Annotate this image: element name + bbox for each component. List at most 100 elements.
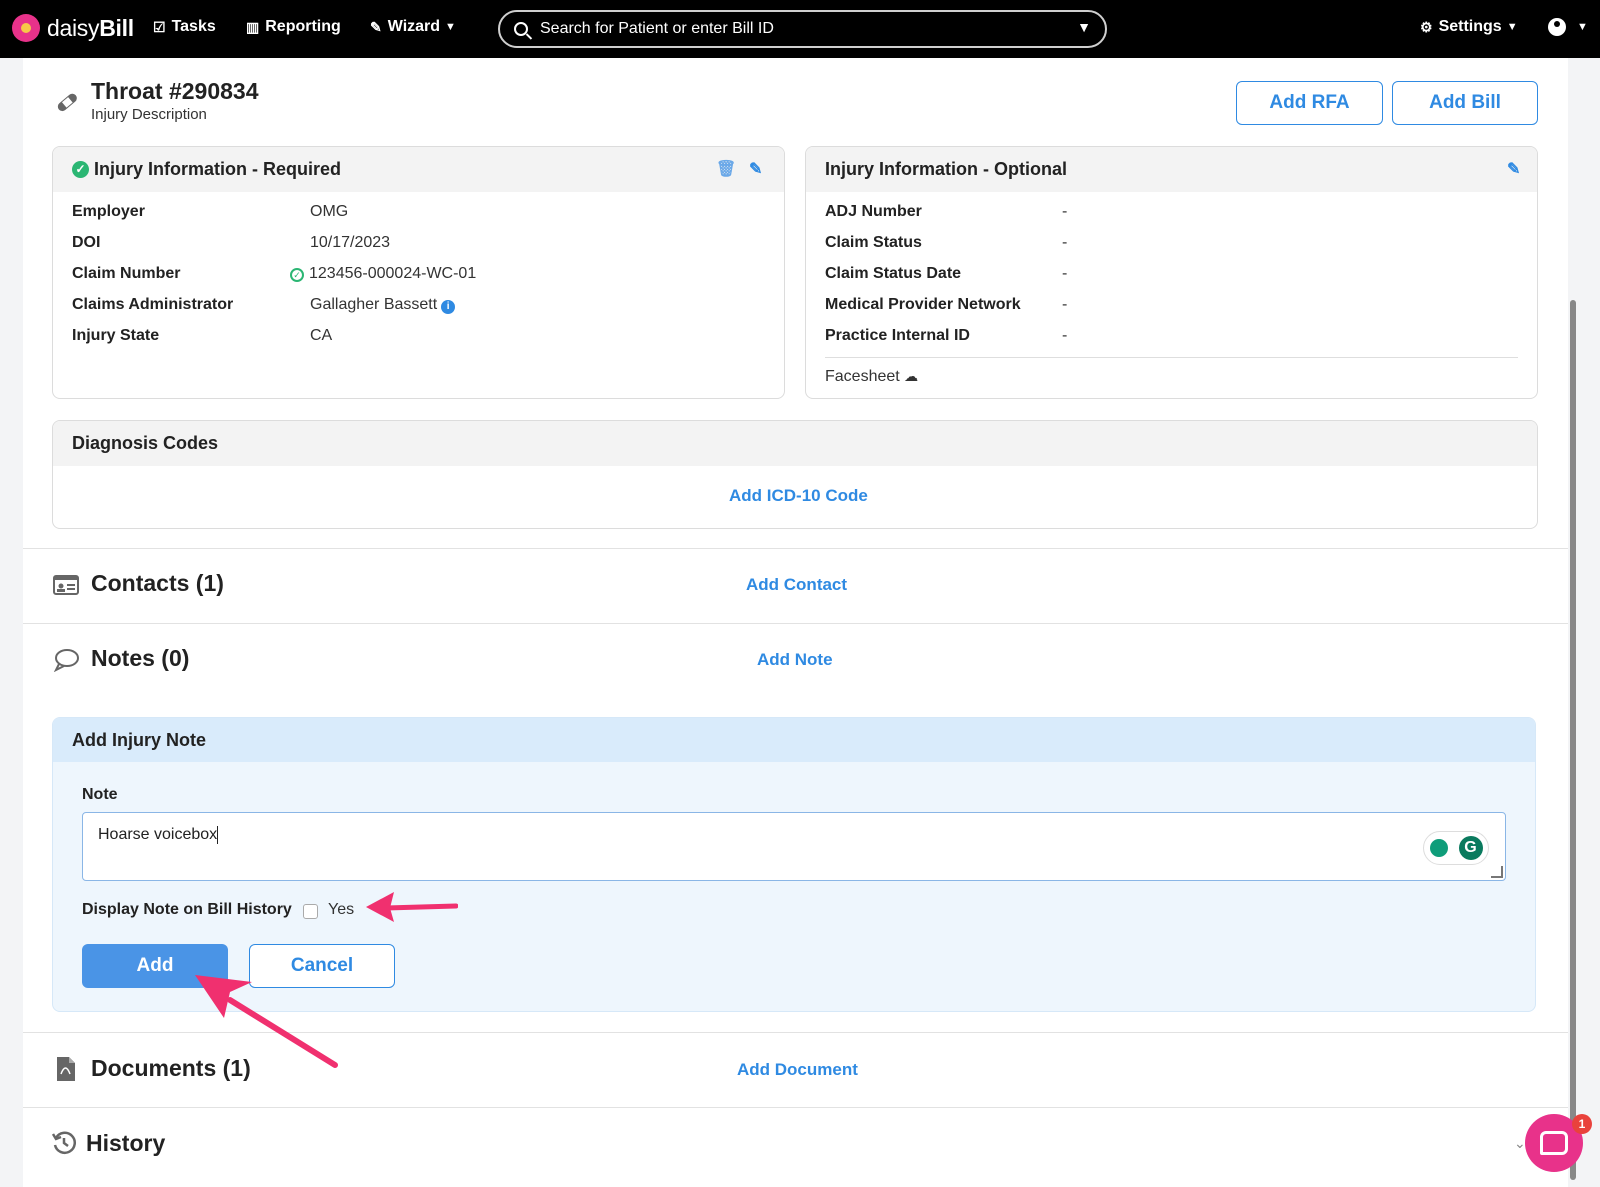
chevron-down-icon: ▼ bbox=[1577, 21, 1588, 33]
mpn-label: Medical Provider Network bbox=[825, 296, 1021, 313]
contacts-section-title: Contacts (1) bbox=[91, 570, 224, 596]
nav-settings-label: Settings bbox=[1438, 18, 1502, 35]
chevron-down-icon: ▼ bbox=[445, 21, 456, 33]
claim-status-date-value: - bbox=[1062, 265, 1068, 282]
pdf-file-icon bbox=[57, 1057, 75, 1081]
practice-id-label: Practice Internal ID bbox=[825, 327, 970, 344]
add-document-link[interactable]: Add Document bbox=[737, 1060, 858, 1080]
adj-number-label: ADJ Number bbox=[825, 203, 922, 220]
claim-number-text: 123456-000024-WC-01 bbox=[309, 265, 477, 282]
resize-handle-icon[interactable] bbox=[1491, 866, 1503, 878]
lightbulb-icon[interactable] bbox=[1429, 839, 1448, 857]
annotation-arrow-icon bbox=[195, 975, 338, 1068]
claim-status-value: - bbox=[1062, 234, 1068, 251]
check-circle-outline-icon: ✓ bbox=[290, 268, 304, 282]
employer-label: Employer bbox=[72, 203, 145, 220]
required-card-header: ✓ Injury Information - Required 🗑 ✎ bbox=[53, 147, 784, 192]
add-rfa-button[interactable]: Add RFA bbox=[1236, 81, 1383, 125]
divider bbox=[825, 357, 1518, 358]
note-textarea[interactable]: Hoarse voicebox G bbox=[82, 812, 1506, 881]
claims-admin-label: Claims Administrator bbox=[72, 296, 234, 313]
notes-section-title: Notes (0) bbox=[91, 645, 190, 671]
chevron-down-icon[interactable]: ⌄ bbox=[1514, 1135, 1526, 1152]
brand-logo-link[interactable]: daisyBill bbox=[12, 14, 134, 42]
text-cursor bbox=[217, 826, 219, 844]
trash-icon[interactable]: 🗑 bbox=[716, 159, 736, 179]
optional-card-title: Injury Information - Optional bbox=[825, 159, 1067, 179]
note-form-header: Add Injury Note bbox=[53, 718, 1535, 762]
chat-icon bbox=[1540, 1131, 1568, 1155]
nav-wizard[interactable]: ✎ Wizard ▼ bbox=[370, 18, 456, 36]
divider bbox=[23, 1107, 1568, 1108]
pencil-edit-icon[interactable]: ✎ bbox=[749, 159, 762, 179]
user-avatar-icon bbox=[1548, 18, 1566, 36]
claim-status-label: Claim Status bbox=[825, 234, 922, 251]
add-contact-link[interactable]: Add Contact bbox=[746, 575, 847, 595]
user-menu[interactable]: ▼ bbox=[1548, 18, 1588, 36]
bandage-icon bbox=[57, 93, 77, 112]
claim-number-value: ✓ 123456-000024-WC-01 bbox=[290, 265, 476, 283]
injury-title: Throat #290834 bbox=[91, 78, 259, 104]
diagnosis-card: Diagnosis Codes bbox=[52, 420, 1538, 529]
gear-icon: ⚙ bbox=[1420, 18, 1433, 35]
injury-subtitle: Injury Description bbox=[91, 106, 207, 123]
doi-label: DOI bbox=[72, 234, 101, 251]
divider bbox=[23, 623, 1568, 624]
magic-wand-icon: ✎ bbox=[370, 18, 382, 35]
grammarly-widget[interactable]: G bbox=[1423, 831, 1489, 865]
nav-wizard-label: Wizard bbox=[387, 18, 441, 35]
speech-bubble-icon bbox=[53, 649, 79, 672]
add-injury-note-form: Add Injury Note Note Hoarse voicebox G D… bbox=[52, 717, 1536, 1012]
nav-settings[interactable]: ⚙ Settings ▼ bbox=[1420, 18, 1518, 36]
doi-value: 10/17/2023 bbox=[310, 234, 391, 251]
scrollbar[interactable] bbox=[1570, 300, 1576, 1180]
divider bbox=[23, 548, 1568, 549]
yes-label[interactable]: Yes bbox=[328, 901, 354, 919]
display-note-label: Display Note on Bill History bbox=[82, 901, 292, 918]
search-input[interactable]: Search for Patient or enter Bill ID ▼ bbox=[498, 10, 1107, 48]
display-note-checkbox[interactable] bbox=[303, 904, 318, 919]
facesheet-link[interactable]: Facesheet ☁ bbox=[825, 368, 918, 386]
nav-tasks-label: Tasks bbox=[171, 18, 216, 35]
contact-card-icon bbox=[53, 575, 79, 595]
note-text: Hoarse voicebox bbox=[98, 826, 218, 844]
adj-number-value: - bbox=[1062, 203, 1068, 220]
injury-state-value: CA bbox=[310, 327, 333, 344]
nav-tasks[interactable]: ☑ Tasks bbox=[153, 18, 216, 36]
pencil-edit-icon[interactable]: ✎ bbox=[1507, 159, 1520, 179]
diagnosis-card-header: Diagnosis Codes bbox=[53, 421, 1537, 466]
facesheet-text: Facesheet bbox=[825, 368, 900, 385]
info-icon[interactable]: i bbox=[441, 300, 456, 314]
check-circle-icon: ✓ bbox=[72, 161, 89, 178]
nav-reporting[interactable]: ▥ Reporting bbox=[246, 18, 341, 36]
diagnosis-card-title: Diagnosis Codes bbox=[72, 433, 219, 453]
claim-status-date-label: Claim Status Date bbox=[825, 265, 962, 282]
clipboard-check-icon: ☑ bbox=[153, 18, 166, 35]
claims-admin-link[interactable]: Gallagher Bassett i bbox=[310, 296, 456, 314]
required-card-title: Injury Information - Required bbox=[94, 159, 342, 179]
add-note-link[interactable]: Add Note bbox=[757, 650, 833, 670]
search-icon bbox=[514, 22, 528, 36]
claim-number-label: Claim Number bbox=[72, 265, 181, 282]
top-navigation: daisyBill ☑ Tasks ▥ Reporting ✎ Wizard ▼… bbox=[0, 0, 1600, 58]
daisy-logo-icon bbox=[12, 14, 40, 42]
grammarly-icon[interactable]: G bbox=[1458, 836, 1483, 860]
search-placeholder: Search for Patient or enter Bill ID bbox=[540, 20, 774, 37]
add-icd10-link[interactable]: Add ICD-10 Code bbox=[729, 486, 868, 506]
bar-chart-icon: ▥ bbox=[246, 18, 260, 35]
injury-state-label: Injury State bbox=[72, 327, 160, 344]
history-clock-icon bbox=[51, 1131, 76, 1155]
chevron-down-icon[interactable]: ▼ bbox=[1077, 19, 1091, 35]
add-bill-button[interactable]: Add Bill bbox=[1392, 81, 1538, 125]
chat-notification-badge: 1 bbox=[1572, 1114, 1592, 1134]
history-section-title: History bbox=[86, 1130, 166, 1156]
practice-id-value: - bbox=[1062, 327, 1068, 344]
chevron-down-icon: ▼ bbox=[1506, 21, 1518, 33]
brand-name: daisyBill bbox=[47, 14, 134, 41]
claims-admin-text: Gallagher Bassett bbox=[310, 296, 438, 313]
mpn-value: - bbox=[1062, 296, 1068, 313]
optional-card-header: Injury Information - Optional ✎ bbox=[806, 147, 1537, 192]
note-label: Note bbox=[82, 786, 118, 803]
cloud-download-icon: ☁ bbox=[904, 368, 919, 384]
nav-reporting-label: Reporting bbox=[265, 18, 341, 35]
